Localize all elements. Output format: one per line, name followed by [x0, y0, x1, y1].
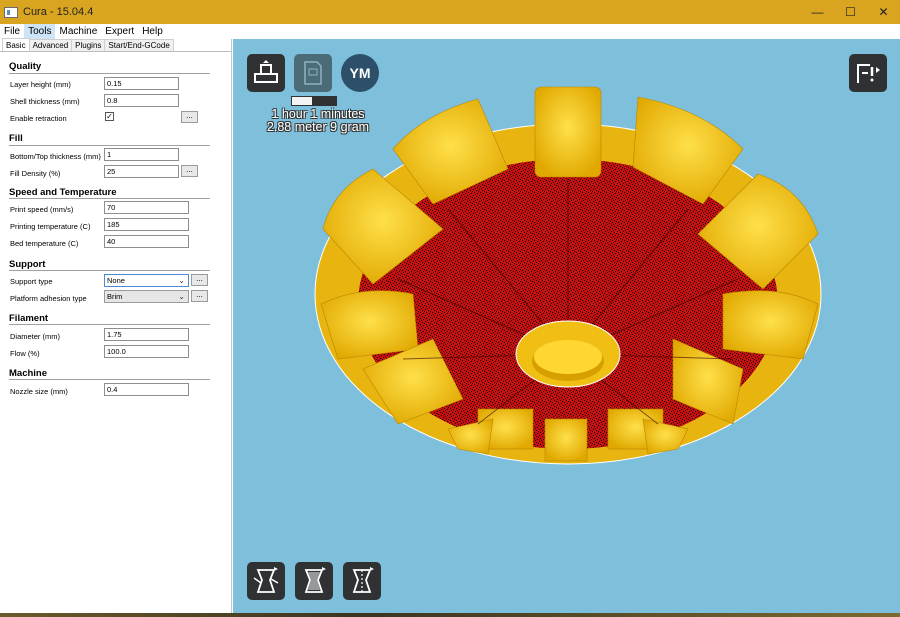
shell-thickness-label: Shell thickness (mm) [10, 97, 80, 106]
maximize-button[interactable]: ☐ [834, 0, 867, 24]
minimize-button[interactable]: — [801, 0, 834, 24]
section-title-speed: Speed and Temperature [9, 187, 117, 198]
section-title-machine: Machine [9, 368, 48, 379]
section-divider [9, 270, 210, 271]
3d-viewport[interactable]: YM 1 hour 1 minutes 2.88 meter 9 gram [233, 39, 900, 613]
menu-tools[interactable]: Tools [24, 24, 56, 39]
section-title-quality: Quality [9, 61, 42, 72]
mirror-button[interactable] [343, 562, 381, 600]
chevron-down-icon: ⌄ [178, 292, 185, 301]
tab-start-end-gcode[interactable]: Start/End-GCode [104, 39, 174, 51]
menu-expert[interactable]: Expert [101, 24, 138, 39]
platform-adhesion-value: Brim [107, 292, 123, 301]
load-model-button[interactable] [247, 54, 285, 92]
flow-label: Flow (%) [10, 349, 40, 358]
fill-density-label: Fill Density (%) [10, 169, 61, 178]
printing-temperature-label: Printing temperature (C) [10, 222, 91, 231]
diameter-input[interactable]: 1.75 [104, 328, 189, 341]
nozzle-size-input[interactable]: 0.4 [104, 383, 189, 396]
chevron-down-icon: ⌄ [178, 276, 185, 285]
layer-height-input[interactable]: 0.15 [104, 77, 179, 90]
diameter-label: Diameter (mm) [10, 332, 60, 341]
layer-height-label: Layer height (mm) [10, 80, 71, 89]
section-divider [9, 324, 210, 325]
enable-retraction-checkbox[interactable]: ✓ [105, 112, 114, 121]
load-model-icon [254, 60, 278, 83]
section-title-filament: Filament [9, 313, 49, 324]
bottom-top-thickness-input[interactable]: 1 [104, 148, 179, 161]
scale-icon [304, 567, 326, 593]
title-bar: Cura - 15.04.4 — ☐ ✕ [0, 0, 900, 24]
flow-input[interactable]: 100.0 [104, 345, 189, 358]
taskbar-strip [0, 613, 900, 617]
print-material: 2.88 meter 9 gram [266, 120, 370, 134]
rotate-icon [253, 567, 279, 593]
settings-panel: Basic Advanced Plugins Start/End-GCode Q… [0, 38, 232, 615]
adhesion-settings-button[interactable]: ... [191, 290, 208, 302]
menu-file[interactable]: File [0, 24, 24, 39]
support-settings-button[interactable]: ... [191, 274, 208, 286]
bottom-top-thickness-label: Bottom/Top thickness (mm) [10, 152, 101, 161]
platform-adhesion-select[interactable]: Brim ⌄ [104, 290, 189, 303]
support-type-select[interactable]: None ⌄ [104, 274, 189, 287]
section-divider [9, 379, 210, 380]
menu-machine[interactable]: Machine [55, 24, 101, 39]
scale-button[interactable] [295, 562, 333, 600]
tab-plugins[interactable]: Plugins [71, 39, 106, 51]
enable-retraction-label: Enable retraction [10, 114, 67, 123]
view-mode-icon [857, 64, 880, 83]
platform-adhesion-label: Platform adhesion type [10, 294, 87, 303]
fill-density-input[interactable]: 25 [104, 165, 179, 178]
app-icon [4, 6, 18, 18]
shell-thickness-input[interactable]: 0.8 [104, 94, 179, 107]
save-to-sd-button[interactable] [294, 54, 332, 92]
close-button[interactable]: ✕ [867, 0, 900, 24]
menu-bar: File Tools Machine Expert Help [0, 24, 900, 39]
print-estimate: 1 hour 1 minutes 2.88 meter 9 gram [253, 108, 383, 134]
tab-basic[interactable]: Basic [2, 38, 30, 51]
section-divider [9, 198, 210, 199]
mirror-icon [352, 567, 374, 593]
menu-help[interactable]: Help [138, 24, 167, 39]
tab-advanced[interactable]: Advanced [28, 39, 73, 51]
section-title-fill: Fill [9, 133, 23, 144]
support-type-value: None [107, 276, 125, 285]
bed-temperature-label: Bed temperature (C) [10, 239, 79, 248]
section-divider [9, 73, 210, 74]
slice-progress-bar [291, 96, 337, 106]
fill-settings-button[interactable]: ... [181, 165, 198, 177]
support-type-label: Support type [10, 277, 53, 286]
printing-temperature-input[interactable]: 185 [104, 218, 189, 231]
window-title: Cura - 15.04.4 [23, 6, 94, 18]
section-title-support: Support [9, 259, 46, 270]
rotate-button[interactable] [247, 562, 285, 600]
print-speed-input[interactable]: 70 [104, 201, 189, 214]
print-speed-label: Print speed (mm/s) [10, 205, 74, 214]
youmagine-button[interactable]: YM [341, 54, 379, 92]
bed-temperature-input[interactable]: 40 [104, 235, 189, 248]
sd-card-icon [304, 61, 322, 85]
section-divider [9, 145, 210, 146]
progress-fill [292, 97, 312, 105]
view-mode-button[interactable] [849, 54, 887, 92]
settings-tabs: Basic Advanced Plugins Start/End-GCode [0, 38, 231, 52]
retraction-settings-button[interactable]: ... [181, 111, 198, 123]
nozzle-size-label: Nozzle size (mm) [10, 387, 68, 396]
